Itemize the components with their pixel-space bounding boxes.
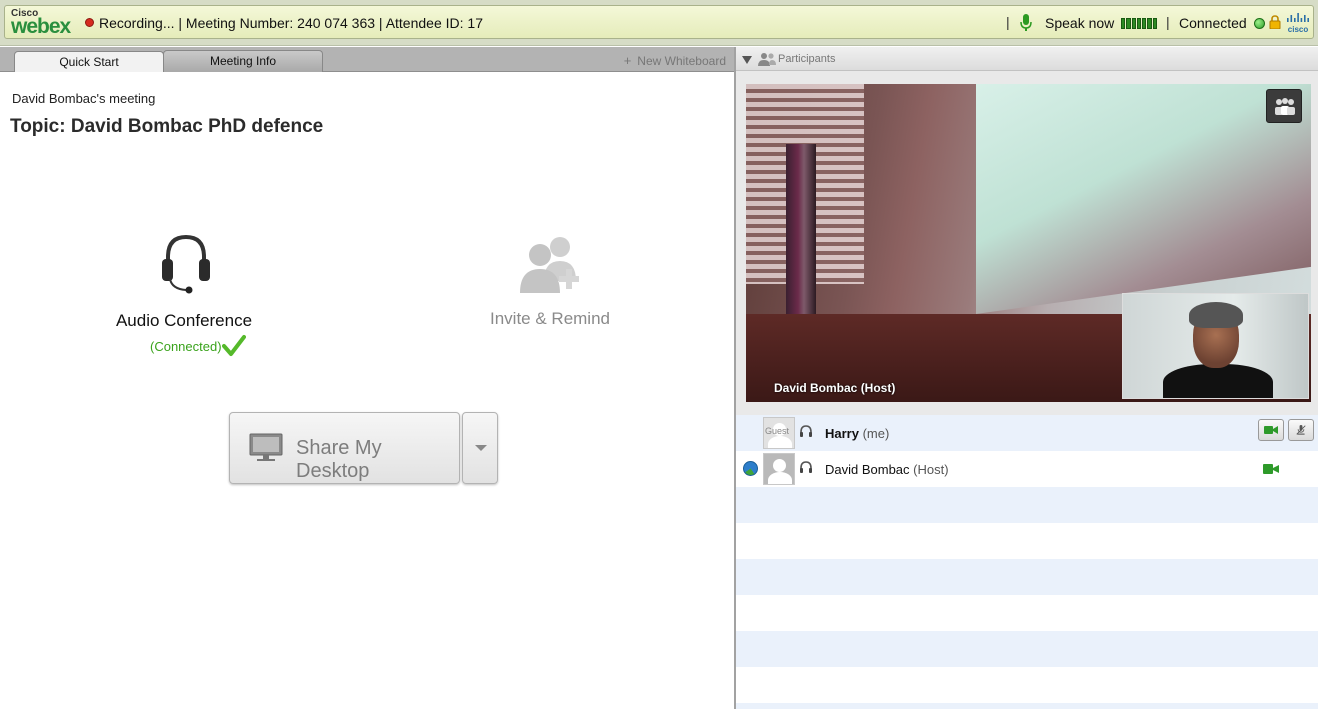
- video-toggle-button[interactable]: [1258, 419, 1284, 441]
- speak-now-label: Speak now: [1045, 15, 1115, 31]
- participant-row[interactable]: Guest Harry (me): [736, 415, 1318, 451]
- globe-icon: [743, 461, 758, 476]
- microphone-icon[interactable]: [1019, 14, 1033, 32]
- guest-tag: Guest: [765, 426, 790, 436]
- collapse-triangle-icon[interactable]: [742, 56, 752, 64]
- empty-row: [736, 631, 1318, 667]
- meeting-number: Meeting Number: 240 074 363: [185, 15, 376, 31]
- audio-level-meter: [1121, 18, 1157, 29]
- empty-row: [736, 595, 1318, 631]
- camera-icon: [1263, 464, 1279, 474]
- main-video-feed[interactable]: David Bombac (Host): [746, 84, 1311, 402]
- content-panel: Quick Start Meeting Info + New Whiteboard…: [0, 47, 734, 709]
- share-desktop-button[interactable]: Share My Desktop: [229, 412, 460, 484]
- participants-panel: Participants David Bombac (Host) Guest H…: [736, 47, 1318, 709]
- grid-people-icon: [1275, 98, 1295, 115]
- chevron-down-icon: [475, 445, 487, 451]
- empty-row: [736, 487, 1318, 523]
- participant-row[interactable]: David Bombac (Host): [736, 451, 1318, 487]
- microphone-muted-icon: [1296, 425, 1306, 435]
- meeting-owner: David Bombac's meeting: [12, 91, 156, 106]
- avatar: Guest: [763, 417, 795, 449]
- webex-logo: Cisco webex: [11, 8, 83, 38]
- participant-name: Harry (me): [825, 426, 889, 441]
- empty-row: [736, 703, 1318, 709]
- separator: |: [178, 15, 183, 31]
- tab-quick-start[interactable]: Quick Start: [14, 51, 164, 72]
- participant-role: (me): [862, 426, 890, 441]
- participant-name: David Bombac (Host): [825, 462, 949, 477]
- separator: |: [1166, 14, 1170, 30]
- headset-icon: [800, 461, 812, 473]
- mute-button[interactable]: [1288, 419, 1314, 441]
- video-area: David Bombac (Host): [736, 71, 1318, 435]
- pip-person-body: [1163, 364, 1273, 398]
- empty-row: [736, 667, 1318, 703]
- cisco-logo-text: cisco: [1288, 25, 1309, 34]
- tab-meeting-info[interactable]: Meeting Info: [163, 50, 323, 72]
- video-projection-screen: [976, 84, 1311, 314]
- logo-webex-text: webex: [11, 15, 71, 38]
- monitor-icon: [249, 433, 283, 461]
- avatar: [763, 453, 795, 485]
- lock-icon: [1269, 15, 1281, 29]
- cisco-logo-icon: cisco: [1287, 13, 1309, 34]
- connection-indicator-icon: [1254, 18, 1265, 29]
- attendee-id: Attendee ID: 17: [385, 15, 483, 31]
- avatar-head: [773, 459, 786, 472]
- separator: |: [1006, 14, 1010, 30]
- avatar-shoulders: [768, 472, 792, 484]
- check-icon: [222, 335, 246, 356]
- recording-info: Recording... | Meeting Number: 240 074 3…: [99, 15, 483, 31]
- new-whiteboard-button[interactable]: + New Whiteboard: [624, 53, 726, 68]
- people-icon: [758, 53, 776, 66]
- meeting-topic: Topic: David Bombac PhD defence: [10, 116, 324, 137]
- empty-row: [736, 559, 1318, 595]
- participant-name-text: Harry: [825, 426, 859, 441]
- self-view-video[interactable]: [1122, 293, 1309, 399]
- share-options-dropdown[interactable]: [462, 412, 498, 484]
- active-speaker-name: David Bombac (Host): [774, 381, 896, 395]
- participants-header[interactable]: Participants: [736, 47, 1318, 71]
- empty-row: [736, 523, 1318, 559]
- meeting-status-bar: Cisco webex Recording... | Meeting Numbe…: [0, 0, 1318, 46]
- camera-icon: [1264, 426, 1278, 434]
- new-whiteboard-label: New Whiteboard: [637, 54, 726, 68]
- tab-bar: Quick Start Meeting Info + New Whiteboard: [0, 47, 734, 72]
- participant-name-text: David Bombac: [825, 462, 910, 477]
- plus-icon: +: [623, 53, 632, 68]
- recording-icon: [85, 18, 94, 27]
- separator: |: [378, 15, 383, 31]
- headset-icon: [800, 425, 812, 437]
- recording-text: Recording...: [99, 15, 175, 31]
- headset-icon[interactable]: [160, 233, 212, 295]
- connection-status: Connected: [1179, 15, 1247, 31]
- people-add-icon[interactable]: [514, 233, 586, 297]
- share-desktop-label: Share My Desktop: [296, 437, 382, 482]
- participant-list: Guest Harry (me) David Bombac (Host): [736, 415, 1318, 709]
- audio-conference-label[interactable]: Audio Conference: [95, 311, 273, 331]
- participants-title: Participants: [778, 53, 836, 65]
- invite-remind-label[interactable]: Invite & Remind: [466, 309, 634, 329]
- video-layout-button[interactable]: [1266, 89, 1302, 123]
- avatar-shoulders: [768, 436, 792, 448]
- status-bar-inner: Cisco webex Recording... | Meeting Numbe…: [4, 5, 1314, 39]
- pip-person-hair: [1189, 302, 1243, 328]
- audio-status: (Connected): [150, 339, 222, 354]
- participant-role: (Host): [913, 462, 949, 477]
